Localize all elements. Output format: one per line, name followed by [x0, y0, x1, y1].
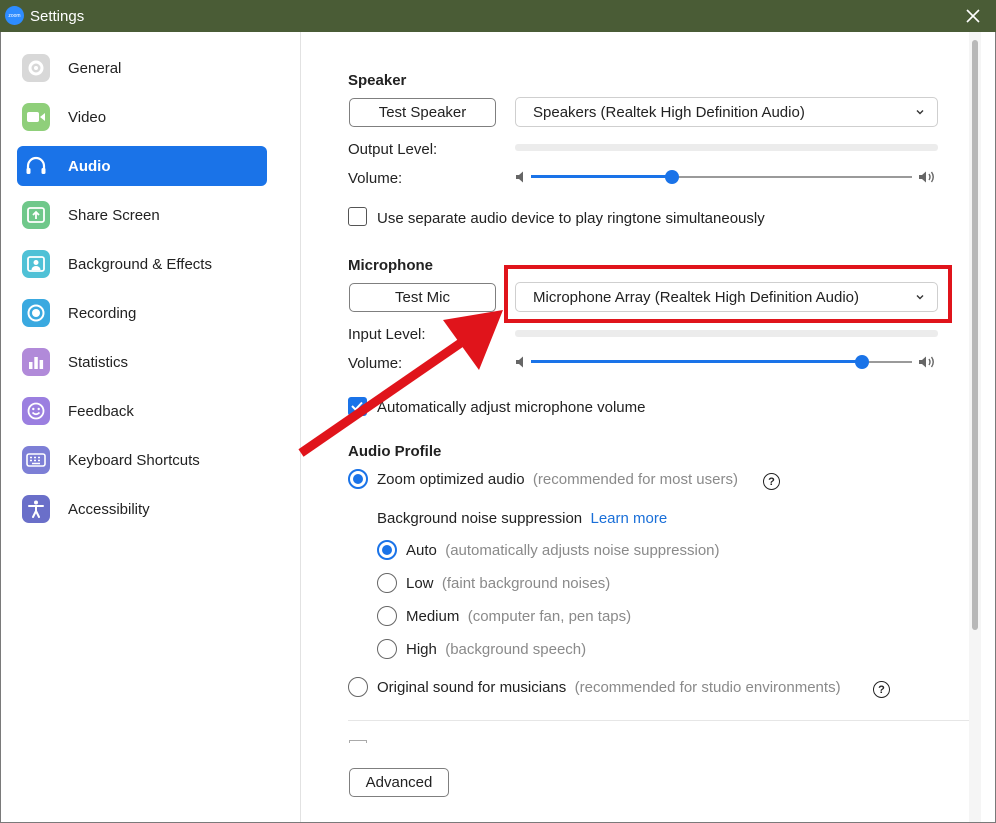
noise-suppression-text: Background noise suppression — [377, 510, 583, 527]
sidebar-item-share-screen[interactable]: Share Screen — [17, 195, 267, 235]
annotation-arrow-icon — [298, 310, 503, 457]
sidebar-item-label: Audio — [68, 157, 111, 175]
noise-medium-radio[interactable] — [377, 606, 397, 626]
learn-more-link[interactable]: Learn more — [590, 510, 667, 527]
slider-fill — [531, 360, 863, 363]
sidebar-item-label: Keyboard Shortcuts — [68, 451, 200, 469]
noise-low-radio[interactable] — [377, 573, 397, 593]
gear-icon — [22, 54, 50, 82]
headphones-icon — [22, 152, 50, 180]
noise-medium-text: Medium — [406, 608, 460, 625]
sidebar-item-feedback[interactable]: Feedback — [17, 391, 267, 431]
noise-auto-radio[interactable] — [377, 540, 397, 560]
original-sound-radio[interactable] — [348, 677, 368, 697]
noise-high-text: High — [406, 641, 437, 658]
slider-thumb[interactable] — [664, 170, 679, 184]
clipped-checkbox[interactable] — [349, 740, 367, 743]
share-screen-icon — [22, 201, 50, 229]
sidebar-item-label: Background & Effects — [68, 255, 212, 273]
background-person-icon — [22, 250, 50, 278]
smiley-icon — [22, 397, 50, 425]
speaker-volume-label: Volume: — [348, 170, 403, 187]
volume-high-icon — [919, 171, 934, 183]
scrollbar[interactable] — [969, 32, 981, 822]
noise-auto-text: Auto — [406, 542, 437, 559]
sidebar-item-label: Video — [68, 108, 107, 126]
noise-low-hint: (faint background noises) — [441, 575, 611, 592]
slider-thumb[interactable] — [855, 355, 870, 369]
bar-chart-icon — [22, 348, 50, 376]
volume-high-icon — [919, 356, 934, 368]
sidebar-item-label: Recording — [68, 304, 137, 322]
speaker-device-select[interactable]: Speakers (Realtek High Definition Audio) — [515, 97, 938, 127]
annotation-highlight-box — [504, 265, 952, 323]
sidebar-item-audio[interactable]: Audio — [17, 146, 267, 186]
sidebar-item-label: Statistics — [68, 353, 129, 371]
sidebar-item-label: General — [68, 59, 122, 77]
test-speaker-button[interactable]: Test Speaker — [349, 98, 496, 127]
close-icon[interactable] — [964, 7, 982, 25]
volume-low-icon — [516, 356, 523, 368]
advanced-button[interactable]: Advanced — [349, 768, 449, 797]
output-level-label: Output Level: — [348, 141, 438, 158]
sidebar-item-statistics[interactable]: Statistics — [17, 342, 267, 382]
sidebar-item-recording[interactable]: Recording — [17, 293, 267, 333]
volume-low-icon — [516, 171, 523, 183]
noise-low-text: Low — [406, 575, 434, 592]
ringtone-checkbox[interactable] — [348, 207, 367, 226]
scrollbar-thumb[interactable] — [972, 40, 978, 630]
zoom-logo-icon: zoom — [5, 6, 24, 25]
noise-suppression-label: Background noise suppression Learn more — [377, 510, 667, 527]
speaker-volume-slider[interactable] — [515, 167, 938, 187]
noise-high-hint: (background speech) — [445, 641, 587, 658]
sidebar-item-label: Feedback — [68, 402, 134, 420]
speaker-device-value: Speakers (Realtek High Definition Audio) — [533, 103, 805, 121]
microphone-section-title: Microphone — [348, 257, 433, 274]
input-level-meter — [515, 330, 938, 337]
ringtone-label: Use separate audio device to play ringto… — [377, 210, 765, 227]
slider-fill — [531, 175, 672, 178]
noise-low-label: Low (faint background noises) — [406, 575, 610, 592]
keyboard-icon — [22, 446, 50, 474]
sidebar-item-accessibility[interactable]: Accessibility — [17, 489, 267, 529]
sidebar-item-label: Accessibility — [68, 500, 150, 518]
chevron-down-icon — [916, 110, 924, 115]
recording-icon — [22, 299, 50, 327]
microphone-volume-slider[interactable] — [515, 352, 938, 372]
window-title: Settings — [30, 8, 85, 25]
output-level-meter — [515, 144, 938, 151]
noise-medium-hint: (computer fan, pen taps) — [467, 608, 632, 625]
title-bar: zoom Settings — [0, 0, 996, 32]
accessibility-icon — [22, 495, 50, 523]
original-sound-hint: (recommended for studio environments) — [574, 679, 841, 696]
zoom-optimized-radio[interactable] — [348, 469, 368, 489]
video-camera-icon — [22, 103, 50, 131]
speaker-section-title: Speaker — [348, 72, 407, 89]
zoom-optimized-label: Zoom optimized audio (recommended for mo… — [377, 471, 738, 488]
sidebar-item-background-effects[interactable]: Background & Effects — [17, 244, 267, 284]
sidebar-item-video[interactable]: Video — [17, 97, 267, 137]
noise-auto-label: Auto (automatically adjusts noise suppre… — [406, 542, 720, 559]
sidebar-item-label: Share Screen — [68, 206, 160, 224]
zoom-optimized-hint: (recommended for most users) — [532, 471, 738, 488]
original-sound-label: Original sound for musicians (recommende… — [377, 679, 841, 696]
noise-auto-hint: (automatically adjusts noise suppression… — [445, 542, 720, 559]
noise-medium-label: Medium (computer fan, pen taps) — [406, 608, 631, 625]
sidebar: General Video Audio Share Screen Backgro… — [1, 32, 301, 822]
zoom-optimized-text: Zoom optimized audio — [377, 471, 525, 488]
help-icon[interactable]: ? — [763, 473, 780, 490]
noise-high-radio[interactable] — [377, 639, 397, 659]
sidebar-item-general[interactable]: General — [17, 48, 267, 88]
sidebar-item-keyboard-shortcuts[interactable]: Keyboard Shortcuts — [17, 440, 267, 480]
help-icon[interactable]: ? — [873, 681, 890, 698]
original-sound-text: Original sound for musicians — [377, 679, 567, 696]
section-divider — [348, 720, 974, 721]
noise-high-label: High (background speech) — [406, 641, 586, 658]
